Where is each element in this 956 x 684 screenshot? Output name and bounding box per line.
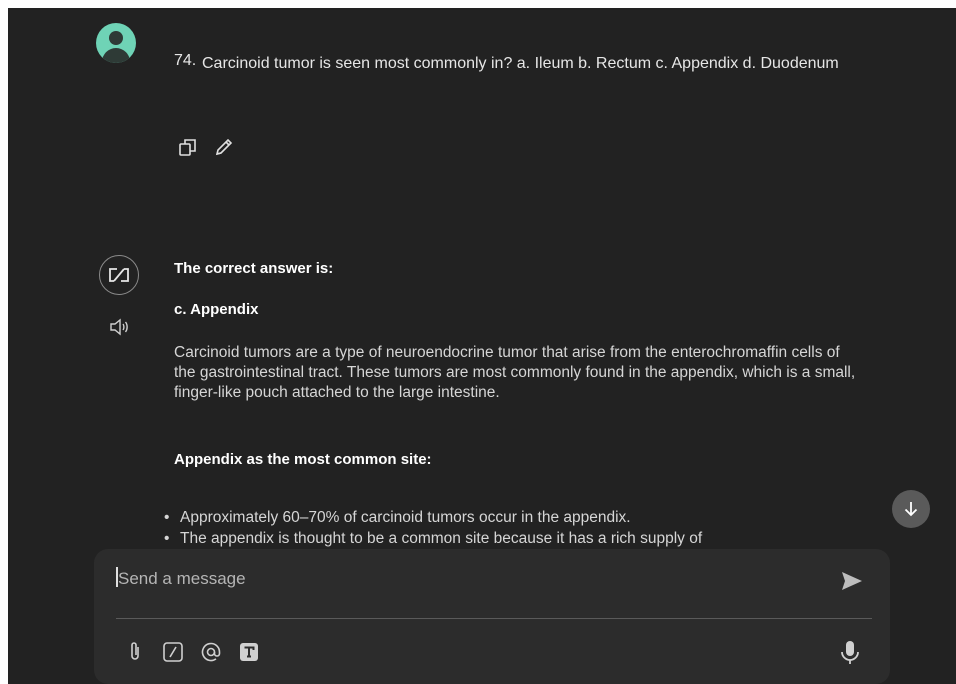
- speaker-icon[interactable]: [109, 317, 131, 337]
- user-avatar: [96, 23, 136, 63]
- copy-icon[interactable]: [177, 136, 199, 158]
- attach-icon[interactable]: [124, 641, 146, 663]
- microphone-icon: [841, 641, 859, 664]
- microphone-button[interactable]: [838, 639, 862, 667]
- message-composer: [94, 549, 890, 684]
- message-input[interactable]: [116, 565, 820, 593]
- send-button[interactable]: [838, 567, 868, 597]
- scroll-to-bottom-button[interactable]: [892, 490, 930, 528]
- answer-bullet-list: Approximately 60–70% of carcinoid tumors…: [164, 507, 702, 549]
- message-actions: [177, 136, 235, 158]
- slash-command-icon[interactable]: [162, 641, 184, 663]
- text-caret: [116, 567, 118, 587]
- question-number: 74.: [174, 52, 197, 69]
- answer-heading: The correct answer is:: [174, 260, 334, 277]
- user-message-text: Carcinoid tumor is seen most commonly in…: [202, 55, 839, 72]
- assistant-message: The correct answer is: c. Appendix Carci…: [174, 260, 874, 468]
- edit-pencil-icon[interactable]: [213, 136, 235, 158]
- assistant-logo-icon: [99, 255, 139, 295]
- answer-paragraph: Carcinoid tumors are a type of neuroendo…: [174, 344, 856, 401]
- composer-tools: [124, 641, 260, 663]
- text-format-icon[interactable]: [238, 641, 260, 663]
- send-icon: [842, 572, 862, 590]
- answer-choice: c. Appendix: [174, 301, 259, 318]
- list-item: Approximately 60–70% of carcinoid tumors…: [164, 507, 702, 528]
- mention-icon[interactable]: [200, 641, 222, 663]
- composer-divider: [116, 618, 872, 619]
- list-item: The appendix is thought to be a common s…: [164, 528, 702, 549]
- answer-subheading: Appendix as the most common site:: [174, 451, 432, 468]
- chat-window: 74. Carcinoid tumor is seen most commonl…: [8, 8, 956, 684]
- arrow-down-icon: [904, 502, 918, 517]
